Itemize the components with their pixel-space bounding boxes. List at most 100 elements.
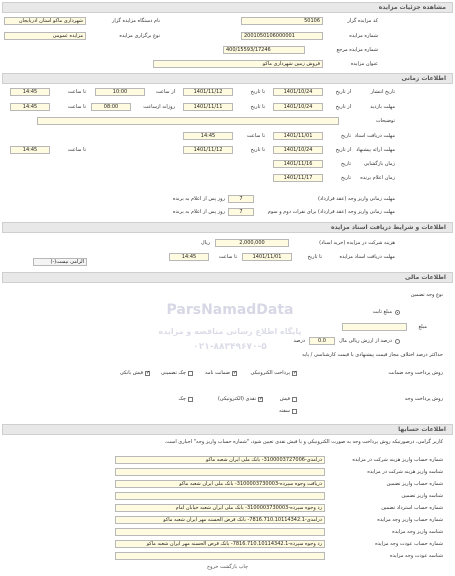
bank-account-label: شناسه واریز هزینه شرکت در مزایده [367, 469, 443, 475]
opening-date-label: تاریخ [341, 161, 351, 167]
offer-from-date-field: 1401/10/24 [273, 146, 323, 154]
amount-field [342, 323, 407, 331]
max-diff-text: حداکثر درصد اختلاف مجاز قیمت پیشنهادی با… [302, 352, 443, 358]
winner-date-field: 1401/11/17 [273, 174, 323, 182]
publish-to-time-field: 14:45 [10, 88, 50, 96]
contract-time-label: مهلت زمانی واریز وجه (عقد قرارداد) برای … [267, 209, 395, 215]
offer-to-time-label: تا ساعت [67, 147, 86, 153]
visit-to-time-label: تا ساعت [67, 104, 86, 110]
payment-method-label: روش پرداخت وجه [404, 396, 443, 402]
pay-cheque-checkbox[interactable] [188, 371, 193, 376]
visit-to-date-label: تا تاریخ [250, 104, 265, 110]
bank-account-label: شماره حساب عودت وجه مزایده [375, 541, 443, 547]
bank-account-row: شماره حساب عودت وجه مزایده رد وجوه سپرده-… [3, 539, 443, 550]
pay-guarantee-checkbox[interactable] [232, 370, 237, 376]
pay-receipt-label: فیش بانکی [119, 370, 143, 376]
bank-account-row: شناسه عودت وجه مزایده [3, 551, 443, 562]
bank-account-row: شناسه واریز وجه مزایده [3, 527, 443, 538]
bank-account-field [115, 468, 325, 476]
publish-to-time-label: تا ساعت [67, 89, 86, 95]
publish-from-date-field: 1401/10/24 [273, 88, 323, 96]
daily-visit-label: روزانه ازساعت [143, 104, 175, 110]
receive-label: مهلت دریافت اسناد [354, 133, 395, 139]
fee-label: هزینه شرکت در مزایده (خرید اسناد) [319, 240, 395, 246]
contract-suffix: روز پس از اعلام به برنده [172, 209, 225, 215]
receive-time-label: تا ساعت [246, 133, 265, 139]
bank-account-row: شماره حساب واریز وجه مزایده درآمدی-7816.7… [3, 515, 443, 526]
deposit-time-label: مهلت زمانی واریز وجه (عقد قرارداد) [317, 196, 395, 202]
number-label: شماره مزایده [349, 33, 378, 39]
receive-docs-to-time-label: تا ساعت [218, 254, 237, 260]
bank-account-field: درآمدی-3100003727006- بانک ملی ایران شعب… [115, 456, 325, 464]
watermark-phone: ۰۲۱-۸۸۳۴۹۶۷۰-۵ [193, 342, 267, 352]
bank-account-row: شناسه واریز هزینه شرکت در مزایده [3, 467, 443, 478]
publish-from-date-label: از تاریخ [335, 89, 351, 95]
receive-docs-to-date-field: 1401/11/01 [242, 253, 292, 261]
visit-from-date-label: از تاریخ [335, 104, 351, 110]
percent-value-field: 0.0 [309, 337, 335, 345]
receive-date-label: تاریخ [341, 133, 351, 139]
visit-from-time-field: 08:00 [91, 103, 131, 111]
pay-cheque-label: چک تضمینی [161, 370, 186, 376]
visit-to-time-field: 14:45 [10, 103, 50, 111]
winner-date-label: تاریخ [341, 175, 351, 181]
bank-account-field [115, 552, 325, 560]
bank-account-label: شماره حساب واریز هزینه شرکت در مزایده [352, 457, 443, 463]
bank-account-field: رد وجوه سپرده-7816.710.10114342.1- بانک … [115, 540, 325, 548]
bank-account-row: شماره حساب استرداد تضمین رد وجوه سپرده-31… [3, 503, 443, 514]
method-bond-checkbox[interactable] [292, 409, 297, 414]
percent-option-label: درصد از ارزش ریالی مال [339, 338, 392, 344]
exit-link[interactable]: خروج [207, 564, 219, 570]
deposit-suffix: روز پس از اعلام به برنده [172, 196, 225, 202]
section-header-financial: اطلاعات مالی [2, 272, 453, 283]
receive-docs-to-date-label: تا تاریخ [307, 254, 322, 260]
section-header-conditions: اطلاعات و شرایط دریافت اسناد مزایده [2, 222, 453, 233]
section-header-accounts: اطلاعات حسابها [2, 424, 453, 435]
publish-from-time-label: از ساعت [156, 89, 175, 95]
section-header-details: مشاهده جزئیات مزایده [2, 2, 453, 13]
offer-to-time-field: 14:45 [10, 146, 50, 154]
bank-account-row: شناسه واریز تضمین [3, 491, 443, 502]
method-receipt-checkbox[interactable] [292, 397, 297, 402]
percent-radio[interactable] [395, 339, 400, 344]
receive-docs-label: مهلت دریافت اسناد مزایده [339, 254, 395, 260]
bank-account-field: دریافت وجوه سپرده-3100003730003- بانک مل… [115, 480, 325, 488]
desc-field [37, 117, 339, 125]
code-field: 50106 [241, 17, 323, 25]
ref-field: 400/15593/17246 [223, 46, 305, 54]
contract-days-field: 7 [228, 208, 254, 216]
offer-to-date-field: 1401/11/12 [183, 146, 233, 154]
bank-account-row: شماره حساب واریز هزینه شرکت در مزایده درآ… [3, 455, 443, 466]
receive-docs-to-time-field: 14:45 [169, 253, 209, 261]
number-field: 2001050106000001 [241, 32, 323, 40]
method-cheque-label: چک [178, 396, 186, 402]
method-electronic-checkbox[interactable] [258, 396, 263, 402]
offer-from-date-label: از تاریخ [335, 147, 351, 153]
pay-guarantee-label: ضمانت نامه [205, 370, 230, 376]
opening-label: زمان بازگشایی [363, 161, 395, 167]
bank-account-label: شناسه عودت وجه مزایده [389, 553, 443, 559]
fixed-amount-label: مبلغ ثابت [372, 309, 392, 315]
bank-account-label: شناسه واریز وجه مزایده [392, 529, 443, 535]
section-header-timing: اطلاعات زمانی [2, 73, 453, 84]
print-link[interactable]: چاپ [239, 564, 248, 570]
deposit-days-field: 7 [228, 195, 254, 203]
bank-account-label: شماره حساب استرداد تضمین [381, 505, 443, 511]
pay-electronic-checkbox[interactable] [292, 370, 297, 376]
pay-receipt-checkbox[interactable] [145, 370, 150, 376]
accounts-note: کاربر گرامی، درصورتیکه روش پرداخت وجه به… [164, 439, 443, 445]
org-label: نام دستگاه مزایده گزار [111, 18, 160, 24]
bank-account-label: شماره حساب واریز وجه مزایده [377, 517, 443, 523]
bank-account-label: شماره حساب واریز تضمین [386, 481, 444, 487]
visit-label: مهلت بازدید [370, 104, 395, 110]
ref-label: شماره مزایده مرجع [336, 47, 378, 53]
publish-from-time-field: 10:00 [95, 88, 145, 96]
fixed-amount-radio[interactable] [395, 310, 400, 315]
visit-from-date-field: 1401/10/24 [273, 103, 323, 111]
bank-account-field: درآمدی-7816.710.10114342.1- بانک قرض الح… [115, 516, 325, 524]
fee-unit: ریال [201, 240, 210, 246]
guarantee-label: نوع وجه تضمین [410, 292, 443, 298]
back-link[interactable]: بازگشت [220, 564, 237, 570]
bank-account-row: شماره حساب واریز تضمین دریافت وجوه سپرده-… [3, 479, 443, 490]
method-cheque-checkbox[interactable] [188, 397, 193, 402]
